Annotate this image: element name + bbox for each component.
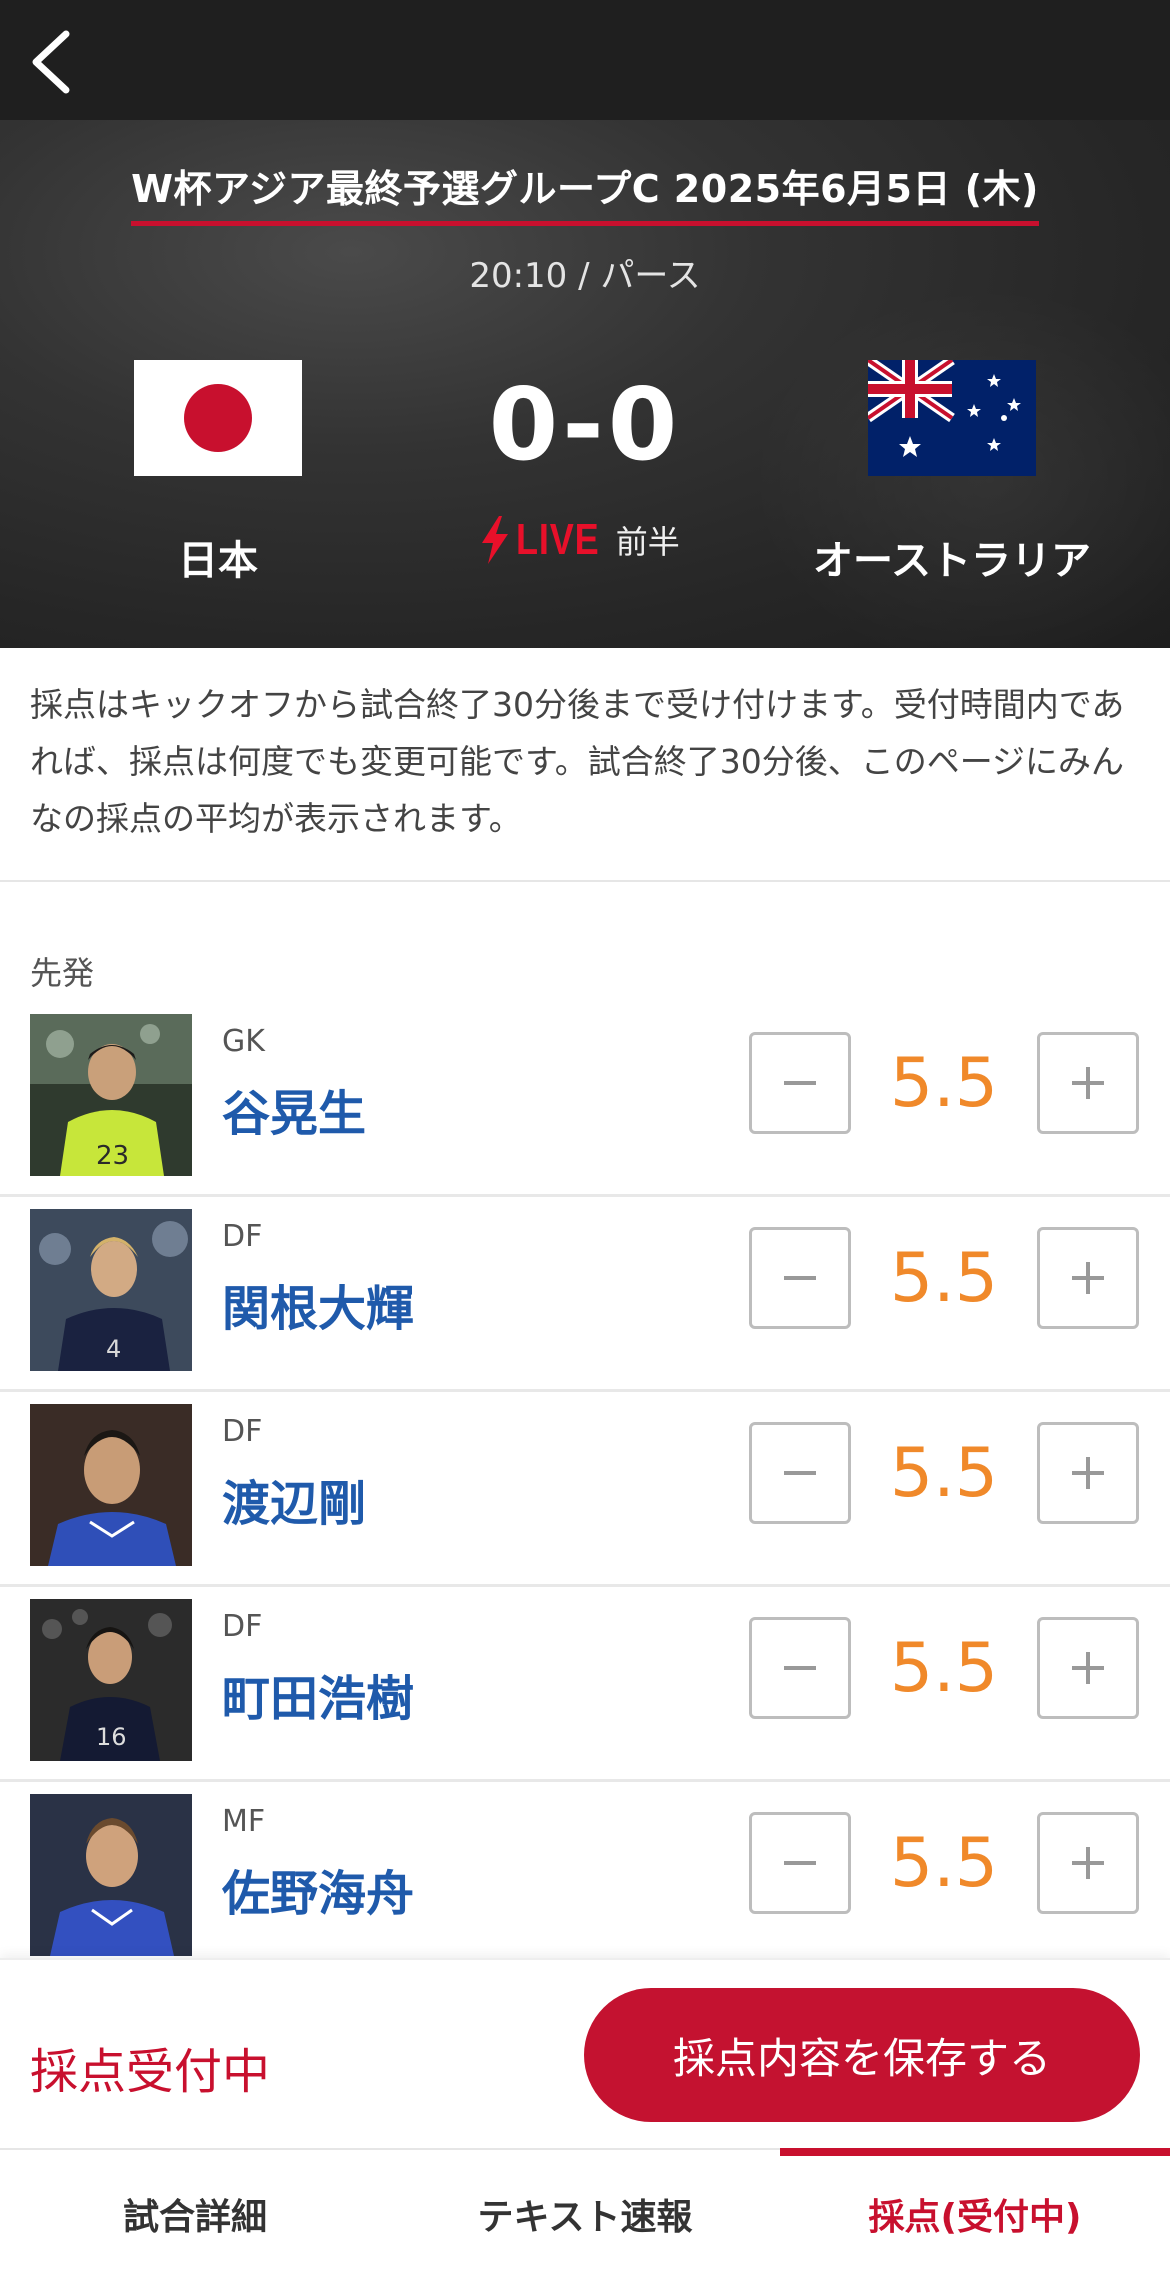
kickoff-info: 20:10 / パース — [469, 256, 701, 296]
player-position: MF — [222, 1804, 266, 1839]
plus-icon — [1072, 1847, 1104, 1879]
japan-flag-icon — [134, 360, 302, 476]
back-button[interactable] — [20, 20, 100, 100]
divider — [0, 880, 1170, 882]
player-photo — [30, 1794, 192, 1956]
home-team-name: 日本 — [178, 538, 258, 584]
player-position: DF — [222, 1609, 263, 1644]
player-row: DF 渡辺剛 5.5 — [0, 1392, 1170, 1587]
lightning-bolt-icon — [480, 516, 510, 564]
live-status: LIVE 前半 — [480, 510, 680, 570]
tab-ratings[interactable]: 採点(受付中) — [780, 2150, 1170, 2275]
increment-button[interactable] — [1037, 1617, 1139, 1719]
player-row: 16 DF 町田浩樹 5.5 — [0, 1587, 1170, 1782]
minus-icon — [784, 1666, 816, 1670]
player-name[interactable]: 関根大輝 — [222, 1269, 414, 1339]
flag-sun — [184, 384, 252, 452]
section-label-starters: 先発 — [30, 954, 95, 992]
tab-bar: 試合詳細 テキスト速報 採点(受付中) — [0, 2148, 1170, 2275]
svg-text:4: 4 — [106, 1335, 121, 1363]
tab-text-live[interactable]: テキスト速報 — [390, 2150, 780, 2275]
player-score: 5.5 — [889, 1434, 999, 1513]
player-score: 5.5 — [889, 1629, 999, 1708]
match-score: 0-0 — [488, 366, 682, 483]
player-score: 5.5 — [889, 1239, 999, 1318]
save-ratings-button[interactable]: 採点内容を保存する — [584, 1988, 1140, 2122]
match-header: W杯アジア最終予選グループC 2025年6月5日 (木) 20:10 / パース… — [0, 120, 1170, 648]
scoring-status: 採点受付中 — [30, 2044, 271, 2100]
player-photo — [30, 1404, 192, 1566]
player-name[interactable]: 佐野海舟 — [222, 1854, 414, 1924]
decrement-button[interactable] — [749, 1812, 851, 1914]
increment-button[interactable] — [1037, 1812, 1139, 1914]
top-nav-bar — [0, 0, 1170, 120]
player-row: 23 GK 谷晃生 5.5 — [0, 1002, 1170, 1197]
increment-button[interactable] — [1037, 1032, 1139, 1134]
action-bar: 採点受付中 採点内容を保存する — [0, 1958, 1170, 2148]
tab-match-details[interactable]: 試合詳細 — [0, 2150, 390, 2275]
decrement-button[interactable] — [749, 1227, 851, 1329]
svg-text:23: 23 — [96, 1141, 129, 1171]
player-row: MF 佐野海舟 5.5 — [0, 1782, 1170, 1958]
australia-flag-icon — [868, 360, 1036, 476]
competition-title[interactable]: W杯アジア最終予選グループC 2025年6月5日 (木) — [131, 158, 1039, 226]
player-position: GK — [222, 1024, 265, 1059]
player-position: DF — [222, 1414, 263, 1449]
player-position: DF — [222, 1219, 263, 1254]
decrement-button[interactable] — [749, 1422, 851, 1524]
player-row: 4 DF 関根大輝 5.5 — [0, 1197, 1170, 1392]
plus-icon — [1072, 1652, 1104, 1684]
live-badge: LIVE — [516, 515, 600, 564]
chevron-left-icon — [32, 30, 70, 94]
player-photo: 23 — [30, 1014, 192, 1176]
minus-icon — [784, 1471, 816, 1475]
competition-title-wrap: W杯アジア最終予選グループC 2025年6月5日 (木) — [0, 158, 1170, 226]
player-name[interactable]: 町田浩樹 — [222, 1659, 414, 1729]
minus-icon — [784, 1081, 816, 1085]
minus-icon — [784, 1276, 816, 1280]
scoring-notice: 採点はキックオフから試合終了30分後まで受け付けます。受付時間内であれば、採点は… — [30, 685, 1125, 838]
player-photo: 16 — [30, 1599, 192, 1761]
plus-icon — [1072, 1262, 1104, 1294]
player-name[interactable]: 渡辺剛 — [222, 1464, 366, 1534]
player-score: 5.5 — [889, 1044, 999, 1123]
minus-icon — [784, 1861, 816, 1865]
player-name[interactable]: 谷晃生 — [222, 1074, 366, 1144]
decrement-button[interactable] — [749, 1032, 851, 1134]
increment-button[interactable] — [1037, 1227, 1139, 1329]
decrement-button[interactable] — [749, 1617, 851, 1719]
plus-icon — [1072, 1067, 1104, 1099]
svg-text:16: 16 — [96, 1723, 127, 1751]
away-team-name: オーストラリア — [813, 538, 1091, 584]
player-score: 5.5 — [889, 1824, 999, 1903]
match-period: 前半 — [615, 523, 680, 561]
increment-button[interactable] — [1037, 1422, 1139, 1524]
plus-icon — [1072, 1457, 1104, 1489]
player-photo: 4 — [30, 1209, 192, 1371]
player-list: 23 GK 谷晃生 5.5 4 DF 関根大輝 5.5 DF 渡辺剛 5.5 1… — [0, 1002, 1170, 1958]
